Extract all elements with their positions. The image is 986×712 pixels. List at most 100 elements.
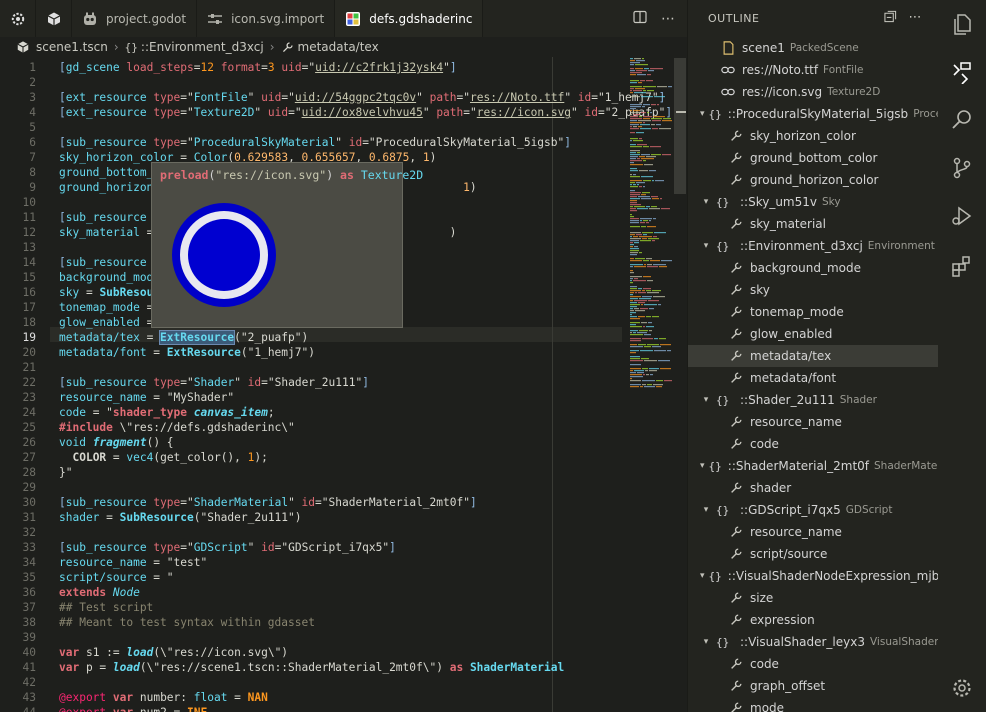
outline-item[interactable]: tonemap_mode — [688, 301, 938, 323]
code-text[interactable]: [sub_resource type="GDScript" id="GDScri… — [59, 540, 396, 555]
outline-item[interactable]: ▾{}::ProceduralSkyMaterial_5igsb Procedur… — [688, 103, 938, 125]
code-text[interactable]: resource_name = "test" — [59, 555, 207, 570]
outline-item[interactable]: sky_horizon_color — [688, 125, 938, 147]
outline-item[interactable]: mode — [688, 697, 938, 712]
outline-item[interactable]: code — [688, 433, 938, 455]
minimap[interactable] — [628, 58, 674, 388]
outline-item[interactable]: res://Noto.ttf FontFile — [688, 59, 938, 81]
outline-tree-icon[interactable] — [950, 60, 974, 84]
outline-item[interactable]: ▾ {}::VisualShader_leyx3 VisualShader — [688, 631, 938, 653]
code-line[interactable]: 24 code = "shader_type canvas_item; — [0, 405, 620, 420]
code-line[interactable]: 38 ## Meant to test syntax within gdasset — [0, 615, 620, 630]
outline-item[interactable]: ▾ {}::GDScript_i7qx5 GDScript — [688, 499, 938, 521]
outline-item[interactable]: ground_horizon_color — [688, 169, 938, 191]
code-line[interactable]: 22 [sub_resource type="Shader" id="Shader… — [0, 375, 620, 390]
code-line[interactable]: 1 [gd_scene load_steps=12 format=3 uid="u… — [0, 60, 620, 75]
code-line[interactable]: 2 — [0, 75, 620, 90]
more-icon[interactable]: ⋯ — [661, 11, 675, 27]
code-text[interactable]: metadata/tex = ExtResource("2_puafp") — [59, 330, 308, 345]
breadcrumb-node[interactable]: ::Environment_d3xcj — [141, 40, 264, 54]
code-text[interactable]: [ext_resource type="Texture2D" uid="uid:… — [59, 105, 672, 120]
outline-item[interactable]: ▾{}::VisualShaderNodeExpression_mjb7g... — [688, 565, 938, 587]
more-icon[interactable]: ⋯ — [909, 10, 923, 27]
code-line[interactable]: 19 metadata/tex = ExtResource("2_puafp") — [0, 330, 620, 345]
code-text[interactable]: [sub_resource type="ShaderMaterial" id="… — [59, 495, 477, 510]
outline-item[interactable]: size — [688, 587, 938, 609]
tab-settings[interactable] — [0, 0, 36, 37]
outline-item[interactable]: shader — [688, 477, 938, 499]
outline-item[interactable]: res://icon.svg Texture2D — [688, 81, 938, 103]
code-line[interactable]: 33 [sub_resource type="GDScript" id="GDSc… — [0, 540, 620, 555]
outline-item[interactable]: sky — [688, 279, 938, 301]
code-line[interactable]: 43 @export var number: float = NAN — [0, 690, 620, 705]
code-line[interactable]: 25 #include \"res://defs.gdshaderinc\" — [0, 420, 620, 435]
chevron-down-icon[interactable]: ▾ — [700, 241, 712, 251]
search-icon[interactable] — [950, 108, 974, 132]
code-line[interactable]: 37 ## Test script — [0, 600, 620, 615]
code-text[interactable]: background_mode — [59, 270, 160, 285]
code-line[interactable]: 23 resource_name = "MyShader" — [0, 390, 620, 405]
outline-item[interactable]: background_mode — [688, 257, 938, 279]
code-line[interactable]: 36 extends Node — [0, 585, 620, 600]
collapse-all-icon[interactable] — [883, 10, 897, 27]
code-text[interactable]: [sub_resource t — [59, 210, 160, 225]
code-text[interactable]: COLOR = vec4(get_color(), 1); — [59, 450, 267, 465]
outline-item[interactable]: ▾{}::ShaderMaterial_2mt0f ShaderMaterial — [688, 455, 938, 477]
code-line[interactable]: 44 @export var num2 = INF — [0, 705, 620, 712]
chevron-down-icon[interactable]: ▾ — [700, 461, 705, 471]
code-line[interactable]: 27 COLOR = vec4(get_color(), 1); — [0, 450, 620, 465]
tab-icon-svg-import[interactable]: icon.svg.import — [197, 0, 336, 37]
outline-item[interactable]: ▾ {}::Shader_2u111 Shader — [688, 389, 938, 411]
code-text[interactable]: @export var num2 = INF — [59, 705, 207, 712]
code-line[interactable]: 26 void fragment() { — [0, 435, 620, 450]
code-line[interactable]: 41 var p = load(\"res://scene1.tscn::Shad… — [0, 660, 620, 675]
chevron-down-icon[interactable]: ▾ — [700, 109, 705, 119]
chevron-down-icon[interactable]: ▾ — [700, 395, 712, 405]
outline-item[interactable]: ▾ {}::Sky_um51v Sky — [688, 191, 938, 213]
outline-item[interactable]: ▾ {}::Environment_d3xcj Environment — [688, 235, 938, 257]
code-line[interactable]: 42 — [0, 675, 620, 690]
code-line[interactable]: 21 — [0, 360, 620, 375]
tab-defs-gdshaderinc[interactable]: defs.gdshaderinc — [335, 0, 484, 37]
outline-item[interactable]: sky_material — [688, 213, 938, 235]
outline-item[interactable]: glow_enabled — [688, 323, 938, 345]
settings-gear-icon[interactable] — [950, 676, 974, 700]
code-text[interactable]: #include \"res://defs.gdshaderinc\" — [59, 420, 295, 435]
code-text[interactable]: script/source = " — [59, 570, 174, 585]
code-text[interactable]: var s1 := load(\"res://icon.svg\") — [59, 645, 288, 660]
code-text[interactable]: void fragment() { — [59, 435, 174, 450]
chevron-down-icon[interactable]: ▾ — [700, 637, 712, 647]
code-text[interactable]: metadata/font = ExtResource("1_hemj7") — [59, 345, 315, 360]
breadcrumb-leaf[interactable]: metadata/tex — [298, 40, 379, 54]
code-text[interactable]: extends Node — [59, 585, 140, 600]
code-line[interactable]: 32 — [0, 525, 620, 540]
code-text[interactable]: [sub_resource type="Shader" id="Shader_2… — [59, 375, 369, 390]
code-text[interactable]: @export var number: float = NAN — [59, 690, 268, 705]
code-line[interactable]: 3 [ext_resource type="FontFile" uid="uid:… — [0, 90, 665, 105]
editor-scrollbar[interactable] — [674, 58, 686, 194]
outline-item[interactable]: code — [688, 653, 938, 675]
outline-item[interactable]: metadata/font — [688, 367, 938, 389]
outline-item[interactable]: expression — [688, 609, 938, 631]
code-text[interactable]: ground_bottom_c — [59, 165, 160, 180]
code-text[interactable]: code = "shader_type canvas_item; — [59, 405, 275, 420]
code-text[interactable]: resource_name = "MyShader" — [59, 390, 234, 405]
code-text[interactable]: ## Meant to test syntax within gdasset — [59, 615, 315, 630]
outline-item[interactable]: script/source — [688, 543, 938, 565]
outline-item[interactable]: resource_name — [688, 411, 938, 433]
run-debug-icon[interactable] — [950, 204, 974, 228]
explorer-icon[interactable] — [950, 12, 974, 36]
outline-item[interactable]: resource_name — [688, 521, 938, 543]
code-line[interactable]: 6 [sub_resource type="ProceduralSkyMateri… — [0, 135, 620, 150]
extensions-icon[interactable] — [950, 254, 974, 278]
code-text[interactable]: [sub_resource t — [59, 255, 160, 270]
chevron-down-icon[interactable]: ▾ — [700, 197, 712, 207]
outline-item[interactable]: ground_bottom_color — [688, 147, 938, 169]
code-line[interactable]: 5 — [0, 120, 620, 135]
code-line[interactable]: 31 shader = SubResource("Shader_2u111") — [0, 510, 620, 525]
code-line[interactable]: 28}" — [0, 465, 620, 480]
tab-resource[interactable] — [36, 0, 72, 37]
outline-item[interactable]: graph_offset — [688, 675, 938, 697]
code-line[interactable]: 4 [ext_resource type="Texture2D" uid="uid… — [0, 105, 672, 120]
code-text[interactable]: [gd_scene load_steps=12 format=3 uid="ui… — [59, 60, 457, 75]
